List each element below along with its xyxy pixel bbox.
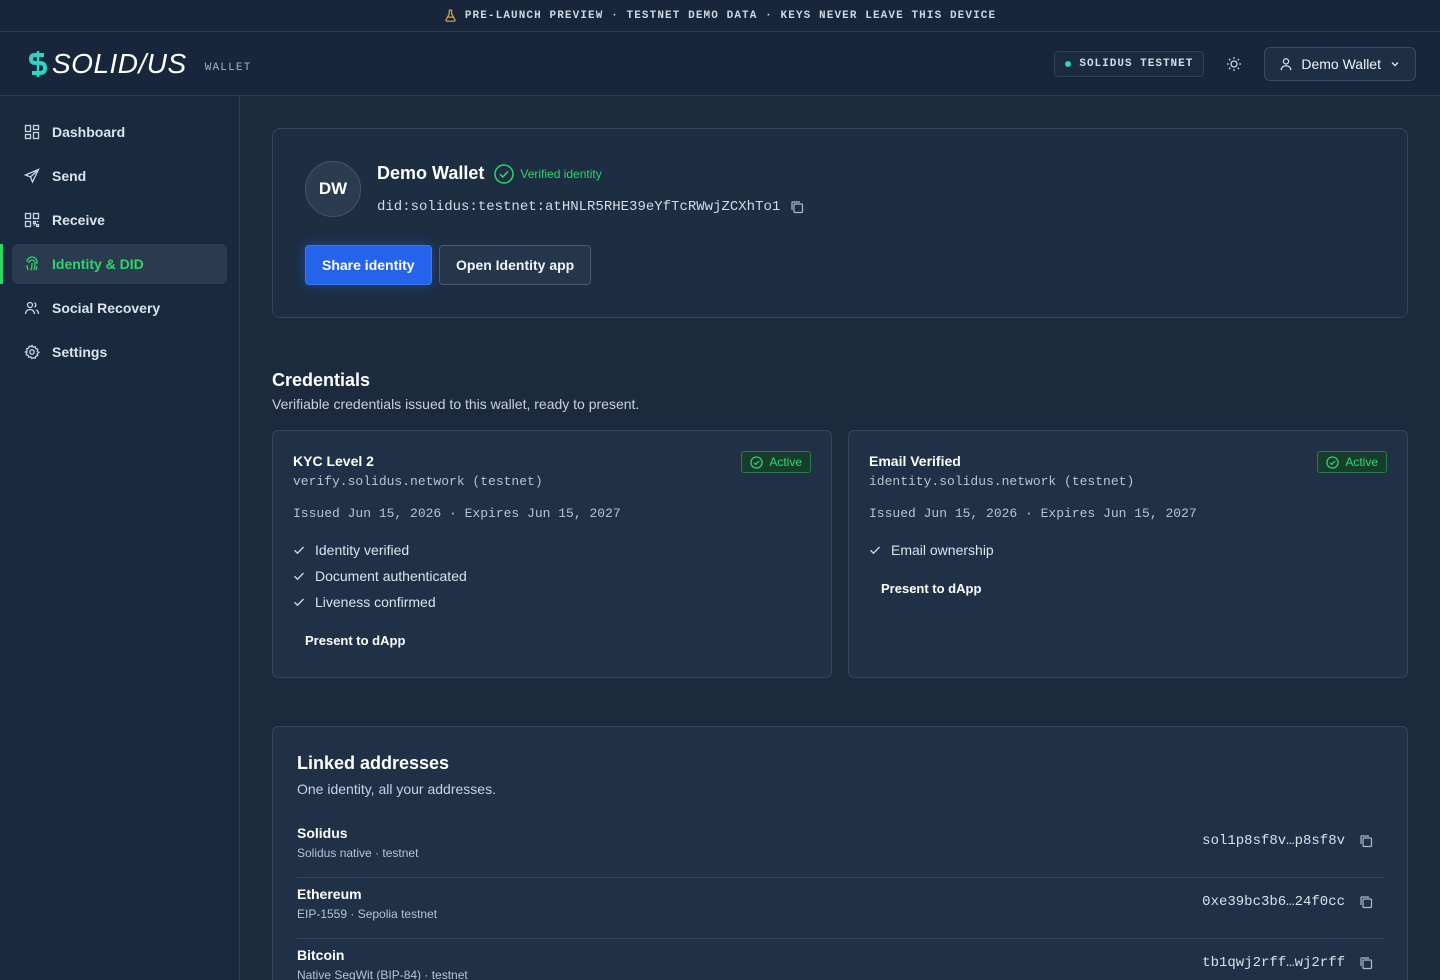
present-to-dapp-button[interactable]: Present to dApp xyxy=(881,581,981,596)
sidebar-item-dashboard[interactable]: Dashboard xyxy=(12,112,227,152)
dollar-logo-icon xyxy=(28,50,48,77)
sidebar-item-settings[interactable]: Settings xyxy=(12,332,227,372)
status-label: Active xyxy=(1345,455,1378,469)
solidus-logo[interactable]: SOLID/US xyxy=(28,48,187,80)
qr-icon xyxy=(24,212,40,228)
did-value: did:solidus:testnet:atHNLR5RHE39eYfTcRWw… xyxy=(377,199,781,215)
copy-icon[interactable] xyxy=(1359,834,1373,848)
linked-addresses-title: Linked addresses xyxy=(297,753,450,773)
sidebar-item-label: Identity & DID xyxy=(52,256,144,272)
chain-name: Bitcoin xyxy=(297,947,345,963)
credential-title: KYC Level 2 xyxy=(293,453,374,469)
check-icon xyxy=(870,546,881,555)
chain-meta: EIP-1559 · Sepolia testnet xyxy=(297,907,438,921)
copy-icon[interactable] xyxy=(1359,895,1373,909)
fingerprint-icon xyxy=(26,256,38,271)
sidebar-item-identity-did[interactable]: Identity & DID xyxy=(0,244,227,284)
present-to-dapp-button[interactable]: Present to dApp xyxy=(305,633,405,648)
sidebar: Dashboard Send Receive Identity & DID So… xyxy=(0,96,240,980)
account-menu-button[interactable]: Demo Wallet xyxy=(1264,46,1416,81)
account-label: Demo Wallet xyxy=(1301,55,1381,72)
status-badge: Active xyxy=(741,451,811,473)
network-badge[interactable]: SOLIDUS TESTNET xyxy=(1054,50,1205,77)
claims-list: Email ownership xyxy=(869,537,994,563)
table-row: Bitcoin Native SegWit (BIP-84) · testnet… xyxy=(297,939,1385,980)
list-item: Document authenticated xyxy=(293,563,467,589)
sidebar-item-send[interactable]: Send xyxy=(12,156,227,196)
check-circle-icon xyxy=(750,455,763,469)
address-value: tb1qwj2rff…wj2rff xyxy=(1202,955,1345,971)
avatar: DW xyxy=(305,161,361,217)
sidebar-item-label: Receive xyxy=(52,212,105,228)
gear-icon xyxy=(24,344,40,360)
claim-label: Document authenticated xyxy=(315,568,467,584)
check-icon xyxy=(294,546,305,555)
sidebar-item-label: Social Recovery xyxy=(52,300,161,316)
chevron-down-icon xyxy=(1391,61,1399,66)
sidebar-item-label: Settings xyxy=(52,344,108,360)
list-item: Identity verified xyxy=(293,537,467,563)
claims-list: Identity verified Document authenticated… xyxy=(293,537,467,615)
main-content: DW Demo Wallet Verified identity did:sol… xyxy=(240,96,1440,980)
address-value: 0xe39bc3b6…24f0cc xyxy=(1202,894,1345,910)
credential-issuer: identity.solidus.network (testnet) xyxy=(869,474,1135,489)
credentials-title: Credentials xyxy=(272,370,371,390)
sidebar-item-label: Dashboard xyxy=(52,124,126,140)
sidebar-item-label: Send xyxy=(52,168,87,184)
chain-meta: Native SegWit (BIP-84) · testnet xyxy=(297,968,468,980)
claim-label: Identity verified xyxy=(315,542,410,558)
network-label: SOLIDUS TESTNET xyxy=(1079,57,1194,70)
credential-dates: Issued Jun 15, 2026 · Expires Jun 15, 20… xyxy=(869,506,1197,521)
chain-name: Solidus xyxy=(297,825,348,841)
sidebar-item-social-recovery[interactable]: Social Recovery xyxy=(12,288,227,328)
chain-name: Ethereum xyxy=(297,886,362,902)
check-circle-icon xyxy=(494,163,515,184)
credential-card-kyc: KYC Level 2 verify.solidus.network (test… xyxy=(272,430,832,678)
table-row: Ethereum EIP-1559 · Sepolia testnet 0xe3… xyxy=(297,878,1385,939)
banner-text: PRE-LAUNCH PREVIEW · TESTNET DEMO DATA ·… xyxy=(464,9,997,22)
grid-icon xyxy=(24,124,40,140)
credential-issuer: verify.solidus.network (testnet) xyxy=(293,474,543,489)
users-icon xyxy=(24,301,40,315)
claim-label: Liveness confirmed xyxy=(315,594,436,610)
preview-banner: PRE-LAUNCH PREVIEW · TESTNET DEMO DATA ·… xyxy=(0,0,1440,32)
credential-dates: Issued Jun 15, 2026 · Expires Jun 15, 20… xyxy=(293,506,621,521)
product-tag: WALLET xyxy=(204,61,252,74)
flask-icon xyxy=(445,9,456,22)
logo-text: SOLID/US xyxy=(52,47,187,79)
status-label: Active xyxy=(769,455,802,469)
top-header: SOLID/US WALLET SOLIDUS TESTNET Demo Wal… xyxy=(0,32,1440,96)
list-item: Liveness confirmed xyxy=(293,589,467,615)
linked-addresses-card: Linked addresses One identity, all your … xyxy=(272,726,1408,980)
check-icon xyxy=(294,598,305,607)
theme-toggle-button[interactable] xyxy=(1224,54,1244,74)
linked-addresses-subtitle: One identity, all your addresses. xyxy=(297,781,496,797)
verified-badge: Verified identity xyxy=(494,163,602,184)
address-value: sol1p8sf8v…p8sf8v xyxy=(1202,833,1345,849)
table-row: Solidus Solidus native · testnet sol1p8s… xyxy=(297,817,1385,878)
credential-title: Email Verified xyxy=(869,453,961,469)
sidebar-item-receive[interactable]: Receive xyxy=(12,200,227,240)
open-identity-app-button[interactable]: Open Identity app xyxy=(439,245,592,285)
verified-label: Verified identity xyxy=(520,166,602,181)
chain-meta: Solidus native · testnet xyxy=(297,846,419,860)
claim-label: Email ownership xyxy=(891,542,994,558)
copy-icon[interactable] xyxy=(1359,956,1373,970)
identity-card: DW Demo Wallet Verified identity did:sol… xyxy=(272,128,1408,318)
user-icon xyxy=(1280,57,1292,70)
copy-icon[interactable] xyxy=(790,200,804,214)
check-icon xyxy=(294,572,305,581)
share-identity-button[interactable]: Share identity xyxy=(305,245,432,285)
sun-icon xyxy=(1227,56,1242,71)
credential-card-email: Email Verified identity.solidus.network … xyxy=(848,430,1408,678)
list-item: Email ownership xyxy=(869,537,994,563)
status-badge: Active xyxy=(1317,451,1387,473)
send-icon xyxy=(24,168,40,184)
check-circle-icon xyxy=(1326,455,1339,469)
identity-name: Demo Wallet xyxy=(377,163,485,183)
credentials-subtitle: Verifiable credentials issued to this wa… xyxy=(272,396,640,412)
network-status-dot xyxy=(1065,60,1072,67)
